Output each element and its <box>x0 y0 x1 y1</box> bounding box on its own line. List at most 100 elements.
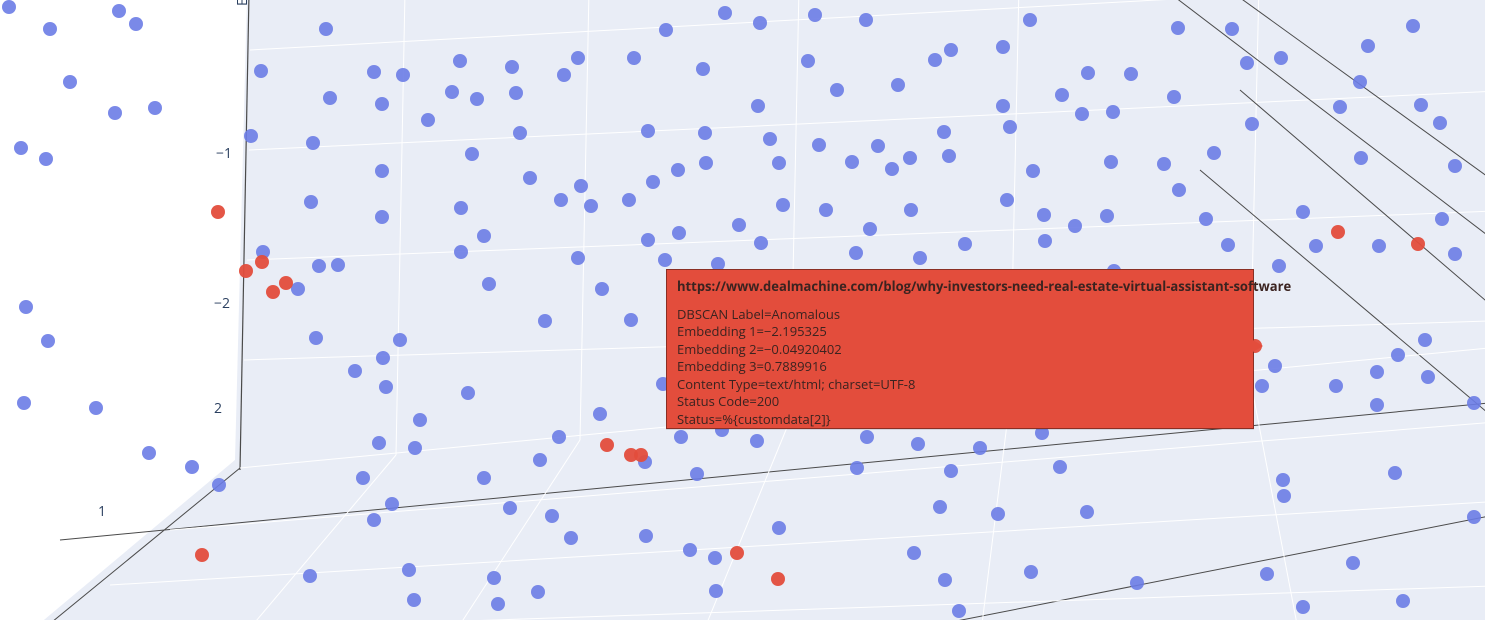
point-normal[interactable] <box>1353 75 1367 89</box>
point-normal[interactable] <box>1296 600 1310 614</box>
point-normal[interactable] <box>671 163 685 177</box>
point-normal[interactable] <box>1075 107 1089 121</box>
point-normal[interactable] <box>674 430 688 444</box>
point-anomalous[interactable] <box>1331 225 1345 239</box>
point-normal[interactable] <box>659 23 673 37</box>
point-normal[interactable] <box>319 22 333 36</box>
point-normal[interactable] <box>531 585 545 599</box>
point-normal[interactable] <box>376 351 390 365</box>
point-normal[interactable] <box>1406 19 1420 33</box>
point-normal[interactable] <box>698 126 712 140</box>
point-normal[interactable] <box>571 51 585 65</box>
point-normal[interactable] <box>1370 365 1384 379</box>
point-normal[interactable] <box>1124 67 1138 81</box>
point-normal[interactable] <box>491 597 505 611</box>
point-normal[interactable] <box>379 380 393 394</box>
point-anomalous[interactable] <box>771 572 785 586</box>
point-normal[interactable] <box>1268 359 1282 373</box>
point-normal[interactable] <box>1100 209 1114 223</box>
point-normal[interactable] <box>885 162 899 176</box>
point-normal[interactable] <box>487 571 501 585</box>
point-normal[interactable] <box>545 509 559 523</box>
point-normal[interactable] <box>244 129 258 143</box>
point-normal[interactable] <box>1024 565 1038 579</box>
point-anomalous[interactable] <box>634 448 648 462</box>
point-normal[interactable] <box>1388 466 1402 480</box>
point-normal[interactable] <box>1391 348 1405 362</box>
point-normal[interactable] <box>396 68 410 82</box>
point-normal[interactable] <box>142 446 156 460</box>
point-anomalous[interactable] <box>730 546 744 560</box>
point-normal[interactable] <box>1240 56 1254 70</box>
point-normal[interactable] <box>356 471 370 485</box>
point-normal[interactable] <box>1000 193 1014 207</box>
point-normal[interactable] <box>772 156 786 170</box>
point-anomalous[interactable] <box>211 205 225 219</box>
point-normal[interactable] <box>571 251 585 265</box>
point-normal[interactable] <box>808 8 822 22</box>
point-normal[interactable] <box>63 75 77 89</box>
point-normal[interactable] <box>41 334 55 348</box>
point-normal[interactable] <box>375 164 389 178</box>
point-normal[interactable] <box>639 529 653 543</box>
point-normal[interactable] <box>1309 239 1323 253</box>
point-normal[interactable] <box>1435 212 1449 226</box>
point-normal[interactable] <box>112 4 126 18</box>
point-normal[interactable] <box>331 258 345 272</box>
point-normal[interactable] <box>482 277 496 291</box>
point-normal[interactable] <box>39 152 53 166</box>
point-normal[interactable] <box>1038 234 1052 248</box>
point-normal[interactable] <box>933 500 947 514</box>
point-normal[interactable] <box>1354 151 1368 165</box>
point-normal[interactable] <box>445 85 459 99</box>
point-normal[interactable] <box>672 226 686 240</box>
point-normal[interactable] <box>938 573 952 587</box>
point-normal[interactable] <box>812 138 826 152</box>
point-normal[interactable] <box>1053 460 1067 474</box>
point-normal[interactable] <box>1329 379 1343 393</box>
point-normal[interactable] <box>413 413 427 427</box>
point-normal[interactable] <box>1199 212 1213 226</box>
point-normal[interactable] <box>696 62 710 76</box>
point-normal[interactable] <box>753 16 767 30</box>
point-normal[interactable] <box>557 68 571 82</box>
point-normal[interactable] <box>2 0 16 14</box>
point-normal[interactable] <box>372 436 386 450</box>
point-normal[interactable] <box>996 40 1010 54</box>
point-normal[interactable] <box>859 13 873 27</box>
point-normal[interactable] <box>641 124 655 138</box>
point-normal[interactable] <box>996 99 1010 113</box>
point-normal[interactable] <box>1026 164 1040 178</box>
point-normal[interactable] <box>1467 396 1481 410</box>
point-normal[interactable] <box>641 233 655 247</box>
point-normal[interactable] <box>1245 117 1259 131</box>
point-normal[interactable] <box>911 437 925 451</box>
point-anomalous[interactable] <box>600 438 614 452</box>
point-normal[interactable] <box>913 251 927 265</box>
point-normal[interactable] <box>937 125 951 139</box>
point-normal[interactable] <box>470 92 484 106</box>
point-normal[interactable] <box>1346 556 1360 570</box>
point-normal[interactable] <box>509 86 523 100</box>
point-normal[interactable] <box>505 60 519 74</box>
point-normal[interactable] <box>1255 379 1269 393</box>
point-normal[interactable] <box>658 253 672 267</box>
point-normal[interactable] <box>1333 100 1347 114</box>
point-normal[interactable] <box>421 113 435 127</box>
point-normal[interactable] <box>309 331 323 345</box>
point-normal[interactable] <box>1467 510 1481 524</box>
point-normal[interactable] <box>624 313 638 327</box>
point-normal[interactable] <box>903 151 917 165</box>
point-anomalous[interactable] <box>266 285 280 299</box>
point-normal[interactable] <box>185 460 199 474</box>
point-normal[interactable] <box>751 99 765 113</box>
point-normal[interactable] <box>1421 370 1435 384</box>
point-normal[interactable] <box>533 453 547 467</box>
point-normal[interactable] <box>367 513 381 527</box>
point-normal[interactable] <box>595 282 609 296</box>
point-normal[interactable] <box>1055 88 1069 102</box>
point-normal[interactable] <box>709 584 723 598</box>
point-normal[interactable] <box>942 149 956 163</box>
point-normal[interactable] <box>304 195 318 209</box>
point-normal[interactable] <box>1130 576 1144 590</box>
